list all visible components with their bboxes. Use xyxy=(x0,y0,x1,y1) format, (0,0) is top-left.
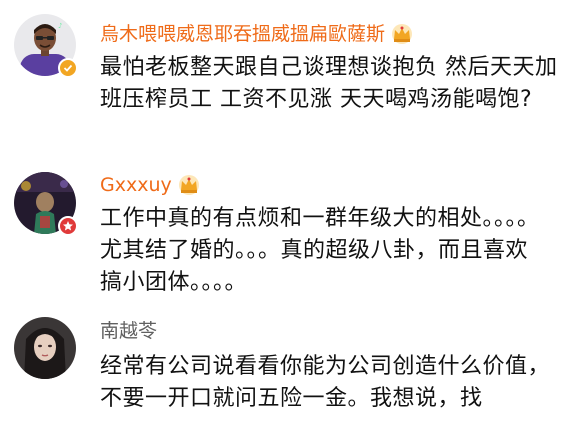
crown-icon xyxy=(176,174,202,196)
comment-text: 经常有公司说看看你能为公司创造什么价值，不要一开口就问五险一金。我想说，找 xyxy=(100,354,551,411)
check-badge-icon xyxy=(58,58,78,78)
username[interactable]: 烏木喂喂威恩耶吞搵威搵扁歐薩斯 xyxy=(100,22,385,46)
username-row: 烏木喂喂威恩耶吞搵威搵扁歐薩斯 xyxy=(100,22,415,46)
username-row: 南越苓 xyxy=(100,319,157,343)
username[interactable]: 南越苓 xyxy=(100,319,157,343)
girl-portrait-avatar-icon xyxy=(14,317,76,379)
avatar[interactable] xyxy=(14,317,76,379)
comment-item: ♪ 烏木喂喂威恩耶吞搵威搵扁歐薩斯 最怕老板整天跟自己谈理想谈抱负 然后天天加班 xyxy=(0,0,562,165)
star-badge-icon xyxy=(58,216,78,236)
svg-text:♪: ♪ xyxy=(58,22,62,30)
avatar[interactable]: ♪ xyxy=(14,14,78,78)
comment-item: 南越苓 经常有公司说看看你能为公司创造什么价值，不要一开口就问五险一金。我想说，… xyxy=(0,315,562,421)
username-row: Gxxxuy xyxy=(100,173,202,197)
crown-icon xyxy=(389,23,415,45)
comment-list: ♪ 烏木喂喂威恩耶吞搵威搵扁歐薩斯 最怕老板整天跟自己谈理想谈抱负 然后天天加班 xyxy=(0,0,562,421)
username[interactable]: Gxxxuy xyxy=(100,173,172,197)
comment-item: Gxxxuy 工作中真的有点烦和一群年级大的相处。。。。尤其结了婚的。。。真的超… xyxy=(0,165,562,315)
girl-portrait-avatar xyxy=(14,317,76,379)
comment-text: 最怕老板整天跟自己谈理想谈抱负 然后天天加班压榨员工 工资不见涨 天天喝鸡汤能喝… xyxy=(100,55,558,112)
avatar[interactable] xyxy=(14,172,78,236)
comment-text: 工作中真的有点烦和一群年级大的相处。。。。尤其结了婚的。。。真的超级八卦，而且喜… xyxy=(100,206,540,295)
